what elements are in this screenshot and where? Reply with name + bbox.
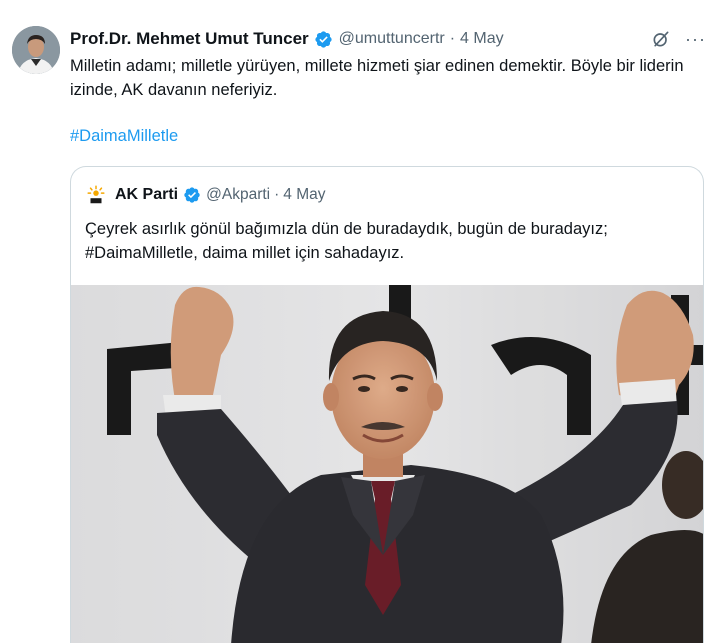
quote-text: Çeyrek asırlık gönül bağımızla dün de bu… (85, 217, 695, 265)
quote-date[interactable]: 4 May (283, 186, 325, 204)
separator-dot: · (274, 186, 280, 203)
more-icon[interactable]: ··· (685, 30, 706, 48)
author-name[interactable]: Prof.Dr. Mehmet Umut Tuncer (70, 29, 309, 49)
header-actions: ··· (651, 29, 706, 49)
separator-dot: · (449, 30, 456, 47)
quote-author-name[interactable]: AK Parti (115, 186, 178, 204)
tweet-text: Milletin adamı; milletle yürüyen, millet… (70, 57, 684, 99)
quote-text-line-2: #DaimaMilletle, daima millet için sahada… (85, 244, 405, 262)
grok-icon[interactable] (651, 29, 671, 49)
tweet-header: Prof.Dr. Mehmet Umut Tuncer @umuttuncert… (70, 26, 706, 52)
quote-text-line-1: Çeyrek asırlık gönül bağımızla dün de bu… (85, 220, 608, 238)
verified-badge-icon (184, 187, 200, 203)
tweet[interactable]: Prof.Dr. Mehmet Umut Tuncer @umuttuncert… (0, 0, 720, 643)
quoted-tweet[interactable]: AK Parti @Akparti · 4 May Çeyrek asırlık… (70, 166, 704, 643)
quote-author-handle[interactable]: @Akparti (206, 186, 270, 204)
quote-photo[interactable] (71, 285, 703, 643)
author-handle[interactable]: @umuttuncertr (339, 30, 445, 48)
verified-badge-icon (315, 30, 332, 48)
ak-parti-logo-icon (85, 184, 107, 206)
tweet-date[interactable]: 4 May (460, 30, 504, 48)
quote-header: AK Parti @Akparti · 4 May (85, 184, 326, 206)
hashtag-link[interactable]: #DaimaMilletle (70, 127, 178, 146)
avatar[interactable] (12, 26, 60, 74)
